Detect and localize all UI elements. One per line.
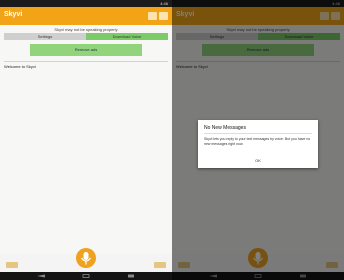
left-action-button[interactable] bbox=[6, 262, 18, 268]
no-messages-dialog: No New Messages Skyvi lets you reply to … bbox=[198, 120, 318, 168]
voice-notice: Skyvi may not be speaking properly bbox=[54, 27, 118, 32]
remove-ads-button[interactable]: Remove ads bbox=[30, 44, 142, 56]
nav-bar bbox=[0, 272, 172, 280]
back-icon[interactable] bbox=[36, 274, 46, 278]
screen-dialog: 4:46 Skyvi Skyvi may not be speaking pro… bbox=[172, 0, 344, 280]
dialog-divider bbox=[204, 133, 312, 134]
screen-main: 4:46 Skyvi Skyvi may not be speaking pro… bbox=[0, 0, 172, 280]
divider bbox=[4, 61, 168, 62]
settings-tab[interactable]: Settings bbox=[4, 33, 86, 40]
right-action-button[interactable] bbox=[154, 262, 166, 268]
download-voice-tab[interactable]: Download Voice bbox=[86, 33, 168, 40]
settings-button[interactable] bbox=[159, 12, 168, 20]
dialog-title: No New Messages bbox=[204, 125, 246, 131]
status-bar: 4:46 bbox=[0, 0, 172, 7]
app-title: Skyvi bbox=[4, 11, 23, 18]
dialog-ok-button[interactable]: OK bbox=[250, 158, 266, 163]
welcome-text: Welcome to Skyvi bbox=[4, 64, 36, 69]
microphone-icon bbox=[81, 252, 91, 265]
app-bar: Skyvi bbox=[0, 7, 172, 25]
home-icon[interactable] bbox=[81, 274, 91, 278]
recent-apps-icon[interactable] bbox=[126, 274, 136, 278]
status-time: 4:46 bbox=[160, 1, 168, 6]
mic-button[interactable] bbox=[76, 248, 96, 268]
dialog-message: Skyvi lets you reply to your text messag… bbox=[204, 137, 311, 146]
keyboard-button[interactable] bbox=[148, 12, 157, 20]
